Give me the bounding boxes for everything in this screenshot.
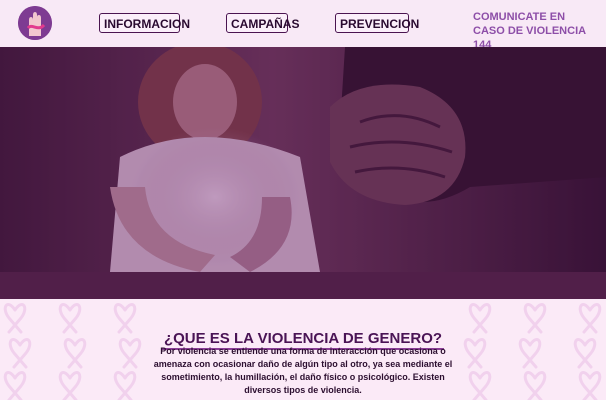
hero-image bbox=[0, 47, 606, 299]
intro-paragraph: Por violencia se entiende una forma de i… bbox=[153, 346, 453, 395]
hand-icon bbox=[18, 6, 52, 40]
hand-ribbon-logo[interactable] bbox=[18, 6, 52, 40]
hotline-text: COMUNICATE EN CASO DE VIOLENCIA 144 bbox=[473, 11, 586, 51]
nav-informacion-button[interactable]: INFORMACION bbox=[99, 13, 190, 33]
top-navigation-bar: INFORMACION CAMPAÑAS PREVENCION COMUNICA… bbox=[0, 0, 606, 51]
nav-campanas-button[interactable]: CAMPAÑAS bbox=[226, 13, 299, 33]
nav-prevencion-button[interactable]: PREVENCION bbox=[335, 13, 419, 33]
hero-illustration bbox=[0, 47, 606, 299]
